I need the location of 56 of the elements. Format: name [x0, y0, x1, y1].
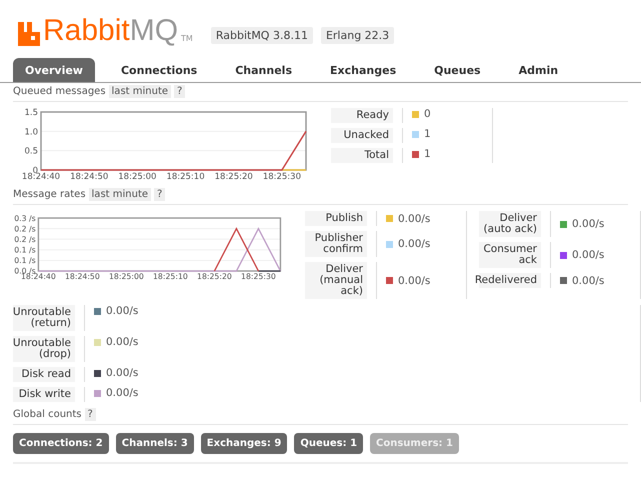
- legend-label: Unroutable (return): [13, 305, 75, 331]
- legend-label: Unroutable (drop): [13, 336, 75, 362]
- section-title: Message rates: [13, 189, 86, 200]
- section-title: Queued messages: [13, 86, 106, 97]
- count-button[interactable]: Channels: 3: [116, 433, 194, 454]
- nav-tab[interactable]: Queues: [422, 58, 493, 82]
- nav-tab[interactable]: Exchanges: [318, 58, 408, 82]
- nav-tab[interactable]: Admin: [506, 58, 570, 82]
- legend-value: 0: [424, 108, 432, 120]
- legend-value: 0.00/s: [572, 274, 606, 286]
- legend-label: Disk read: [13, 367, 75, 382]
- legend-value: 0.00/s: [106, 305, 140, 317]
- range-button[interactable]: last minute: [108, 85, 172, 98]
- legend-label: Deliver (manual ack): [305, 262, 367, 299]
- x-tick-label: 18:25:00: [118, 172, 156, 182]
- legend-value: 0.00/s: [106, 367, 140, 379]
- legend-value: 0.00/s: [398, 212, 432, 224]
- y-tick-label: 0.5: [24, 146, 38, 157]
- legend-value: 0.00/s: [106, 387, 140, 399]
- nav-tab[interactable]: Channels: [223, 58, 304, 82]
- legend-label: Consumer ack: [479, 242, 541, 268]
- logo-icon: [18, 22, 40, 46]
- y-tick-label: 1.0: [24, 127, 38, 138]
- section-title: Global counts: [13, 409, 82, 420]
- help-button[interactable]: ?: [84, 408, 96, 421]
- version-badge: RabbitMQ 3.8.11: [210, 27, 313, 44]
- legend-value: 0.00/s: [572, 218, 606, 230]
- legend-value: 0.00/s: [572, 249, 606, 261]
- legend-label: Disk write: [13, 387, 75, 402]
- logo-text: RabbitMQ: [43, 16, 178, 46]
- x-tick-label: 18:25:20: [214, 172, 253, 182]
- range-button[interactable]: last minute: [88, 188, 152, 201]
- legend-label: Publisher confirm: [305, 231, 367, 257]
- legend-label: Total: [331, 148, 393, 163]
- help-button[interactable]: ?: [174, 85, 186, 98]
- count-button[interactable]: Exchanges: 9: [200, 433, 288, 454]
- x-tick-label: 18:25:30: [262, 172, 301, 182]
- trademark: TM: [181, 34, 193, 43]
- help-button[interactable]: ?: [154, 188, 166, 201]
- nav-tab[interactable]: Overview: [13, 58, 95, 82]
- y-tick-label: 1.5: [24, 108, 38, 118]
- legend-label: Deliver (auto ack): [479, 211, 541, 237]
- x-tick-label: 18:25:10: [166, 172, 205, 182]
- legend-label: Publish: [305, 211, 367, 226]
- count-button[interactable]: Connections: 2: [13, 433, 109, 454]
- nav-tab[interactable]: Connections: [108, 58, 210, 82]
- count-button[interactable]: Queues: 1: [294, 433, 364, 454]
- x-tick-label: 18:24:50: [70, 172, 108, 182]
- legend-value: 0.00/s: [398, 238, 432, 250]
- legend-label: Unacked: [331, 128, 393, 143]
- legend-value: 1: [424, 128, 432, 140]
- version-badge: Erlang 22.3: [320, 27, 394, 44]
- legend-value: 1: [424, 148, 432, 160]
- legend-label: Ready: [331, 108, 393, 123]
- legend-value: 0.00/s: [398, 274, 432, 286]
- legend-value: 0.00/s: [106, 336, 140, 348]
